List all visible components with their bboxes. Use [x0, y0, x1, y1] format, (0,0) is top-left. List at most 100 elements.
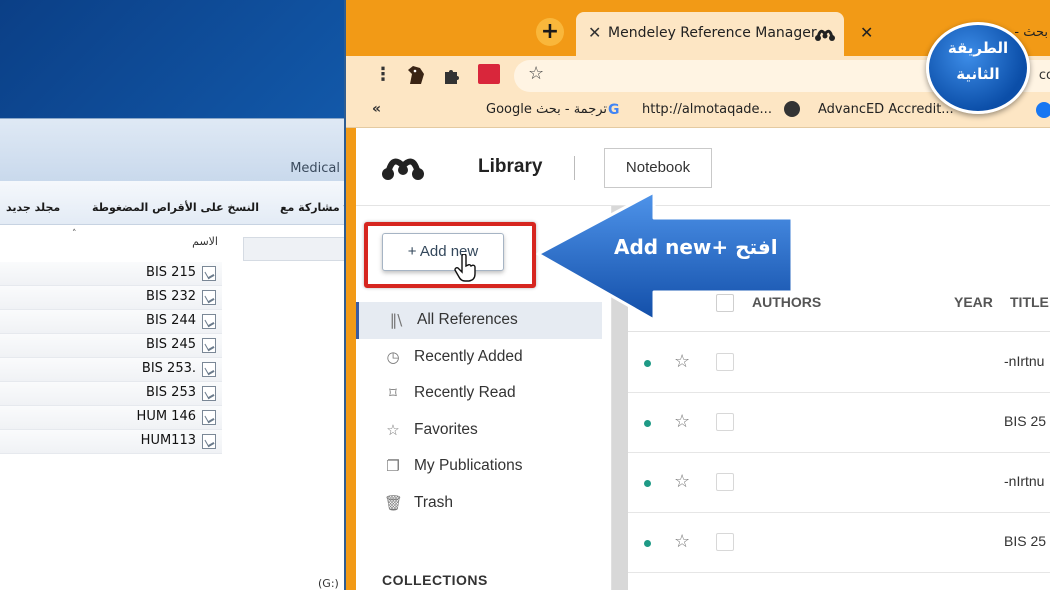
favorite-star-icon[interactable]: ☆: [674, 411, 690, 432]
share-with-button[interactable]: مشاركة مع ▾: [280, 201, 349, 214]
file-row[interactable]: HUM 146: [0, 406, 222, 430]
new-folder-button[interactable]: مجلد جديد: [6, 201, 60, 214]
document-icon: [202, 362, 216, 377]
unread-dot-icon: [644, 540, 651, 547]
nav-label: Favorites: [414, 420, 478, 438]
library-nav-list: ‖\ All References ◷ Recently Added ⌑ Rec…: [356, 302, 612, 522]
badge-line-1: الطريقة: [947, 39, 1009, 57]
header-divider: [574, 156, 575, 180]
file-row[interactable]: BIS 245: [0, 334, 222, 358]
row-checkbox[interactable]: [716, 533, 734, 551]
mendeley-extension-icon[interactable]: [478, 64, 500, 84]
notebook-button[interactable]: Notebook: [604, 148, 712, 188]
publications-icon: ❐: [386, 457, 400, 476]
table-row[interactable]: ☆ BIS 25: [628, 513, 1050, 573]
document-icon: [202, 410, 216, 425]
close-tab-icon[interactable]: ✕: [860, 23, 873, 42]
explorer-details-pane: [243, 237, 350, 261]
nav-favorites[interactable]: ☆ Favorites: [356, 412, 612, 449]
unread-dot-icon: [644, 420, 651, 427]
file-name: BIS 215: [146, 265, 196, 280]
collections-heading: COLLECTIONS: [382, 572, 488, 588]
file-explorer-window: Medical مجلد جديد النسخ على الأقراص المض…: [0, 118, 350, 590]
file-name: HUM 146: [136, 409, 196, 424]
google-icon: G: [608, 102, 620, 118]
file-row[interactable]: BIS 215: [0, 262, 222, 286]
file-row[interactable]: BIS 253: [0, 382, 222, 406]
nav-recently-read[interactable]: ⌑ Recently Read: [356, 375, 612, 412]
library-nav[interactable]: Library: [478, 156, 542, 178]
file-row[interactable]: BIS 232: [0, 286, 222, 310]
document-icon: [202, 266, 216, 281]
row-checkbox[interactable]: [716, 473, 734, 491]
row-title: -nIrtnu: [1004, 473, 1045, 489]
row-title: -nIrtnu: [1004, 353, 1045, 369]
document-icon: [202, 338, 216, 353]
tab-mendeley[interactable]: ✕ Mendeley Reference Manager: [576, 12, 844, 56]
burn-button[interactable]: النسخ على الأقراص المضغوطة: [92, 201, 259, 214]
year-column-header[interactable]: YEAR: [954, 294, 993, 310]
new-tab-button[interactable]: +: [536, 18, 564, 46]
globe-icon: [784, 101, 800, 117]
table-row[interactable]: ☆ -nIrtnu: [628, 333, 1050, 393]
file-name: BIS 253.: [141, 361, 196, 376]
unread-dot-icon: [644, 360, 651, 367]
bookmark-star-icon[interactable]: ☆: [528, 63, 544, 84]
puzzle-extension-icon[interactable]: [442, 64, 464, 86]
nav-my-publications[interactable]: ❐ My Publications: [356, 448, 612, 485]
document-icon: [202, 434, 216, 449]
bookmark-icon: ⌑: [389, 384, 397, 403]
name-column-header[interactable]: ˄ الاسم: [0, 227, 230, 248]
document-icon: [202, 314, 216, 329]
nav-label: Recently Added: [414, 347, 523, 365]
file-list: BIS 215 BIS 232 BIS 244 BIS 245 BIS 253.…: [0, 262, 222, 454]
drive-label: (G:): [318, 577, 339, 590]
row-checkbox[interactable]: [716, 413, 734, 431]
more-bookmarks-icon[interactable]: «: [372, 101, 381, 117]
url-text: co: [1038, 68, 1050, 83]
callout-label: افتح +Add new: [614, 235, 778, 259]
facebook-icon[interactable]: [1036, 102, 1050, 118]
favorite-star-icon[interactable]: ☆: [674, 531, 690, 552]
kebab-menu-icon[interactable]: ⋮: [374, 64, 392, 85]
mendeley-logo-icon[interactable]: [380, 152, 426, 182]
table-row[interactable]: ☆ -nIrtnu: [628, 453, 1050, 513]
row-title: BIS 25: [1004, 413, 1047, 429]
table-row[interactable]: ☆ BIS 25: [628, 393, 1050, 453]
tab-title: Mendeley Reference Manager: [608, 25, 817, 41]
badge-line-2: الثانية: [956, 65, 1000, 83]
method-badge: الطريقة الثانية: [926, 22, 1030, 114]
star-icon: ☆: [386, 420, 400, 439]
file-name: BIS 232: [146, 289, 196, 304]
library-icon: ‖\: [389, 311, 403, 329]
bookmark-almotaqadem[interactable]: http://almotaqade...: [642, 102, 772, 117]
tab-title: - بحث: [1014, 25, 1048, 40]
file-row[interactable]: HUM113: [0, 430, 222, 454]
nav-label: Trash: [414, 493, 454, 511]
add-new-button[interactable]: + Add new: [382, 233, 504, 271]
file-name: BIS 244: [146, 313, 196, 328]
title-column-header[interactable]: TITLE: [1010, 294, 1049, 310]
bookmark-advanced[interactable]: AdvancED Accredit...: [818, 102, 954, 117]
favorite-star-icon[interactable]: ☆: [674, 471, 690, 492]
file-name: BIS 253: [146, 385, 196, 400]
name-column-label: الاسم: [192, 235, 218, 248]
row-title: BIS 25: [1004, 533, 1047, 549]
file-row[interactable]: BIS 244: [0, 310, 222, 334]
close-tab-icon[interactable]: ✕: [588, 23, 601, 42]
nav-recently-added[interactable]: ◷ Recently Added: [356, 339, 612, 376]
explorer-toolbar: مجلد جديد النسخ على الأقراص المضغوطة مشا…: [0, 181, 350, 225]
sort-caret-icon: ˄: [72, 229, 77, 239]
file-name: HUM113: [140, 433, 196, 448]
clock-icon: ◷: [386, 347, 400, 366]
explorer-title: Medical: [290, 161, 340, 176]
nav-trash[interactable]: 🗑 Trash: [356, 485, 612, 522]
favorite-star-icon[interactable]: ☆: [674, 351, 690, 372]
bookmark-google-translate[interactable]: Google ترجمة - بحث: [486, 102, 607, 117]
file-row[interactable]: BIS 253.: [0, 358, 222, 382]
row-checkbox[interactable]: [716, 353, 734, 371]
hand-cursor-icon: [454, 254, 476, 282]
nav-label: Recently Read: [414, 384, 516, 402]
horse-extension-icon[interactable]: [404, 64, 428, 86]
unread-dot-icon: [644, 480, 651, 487]
